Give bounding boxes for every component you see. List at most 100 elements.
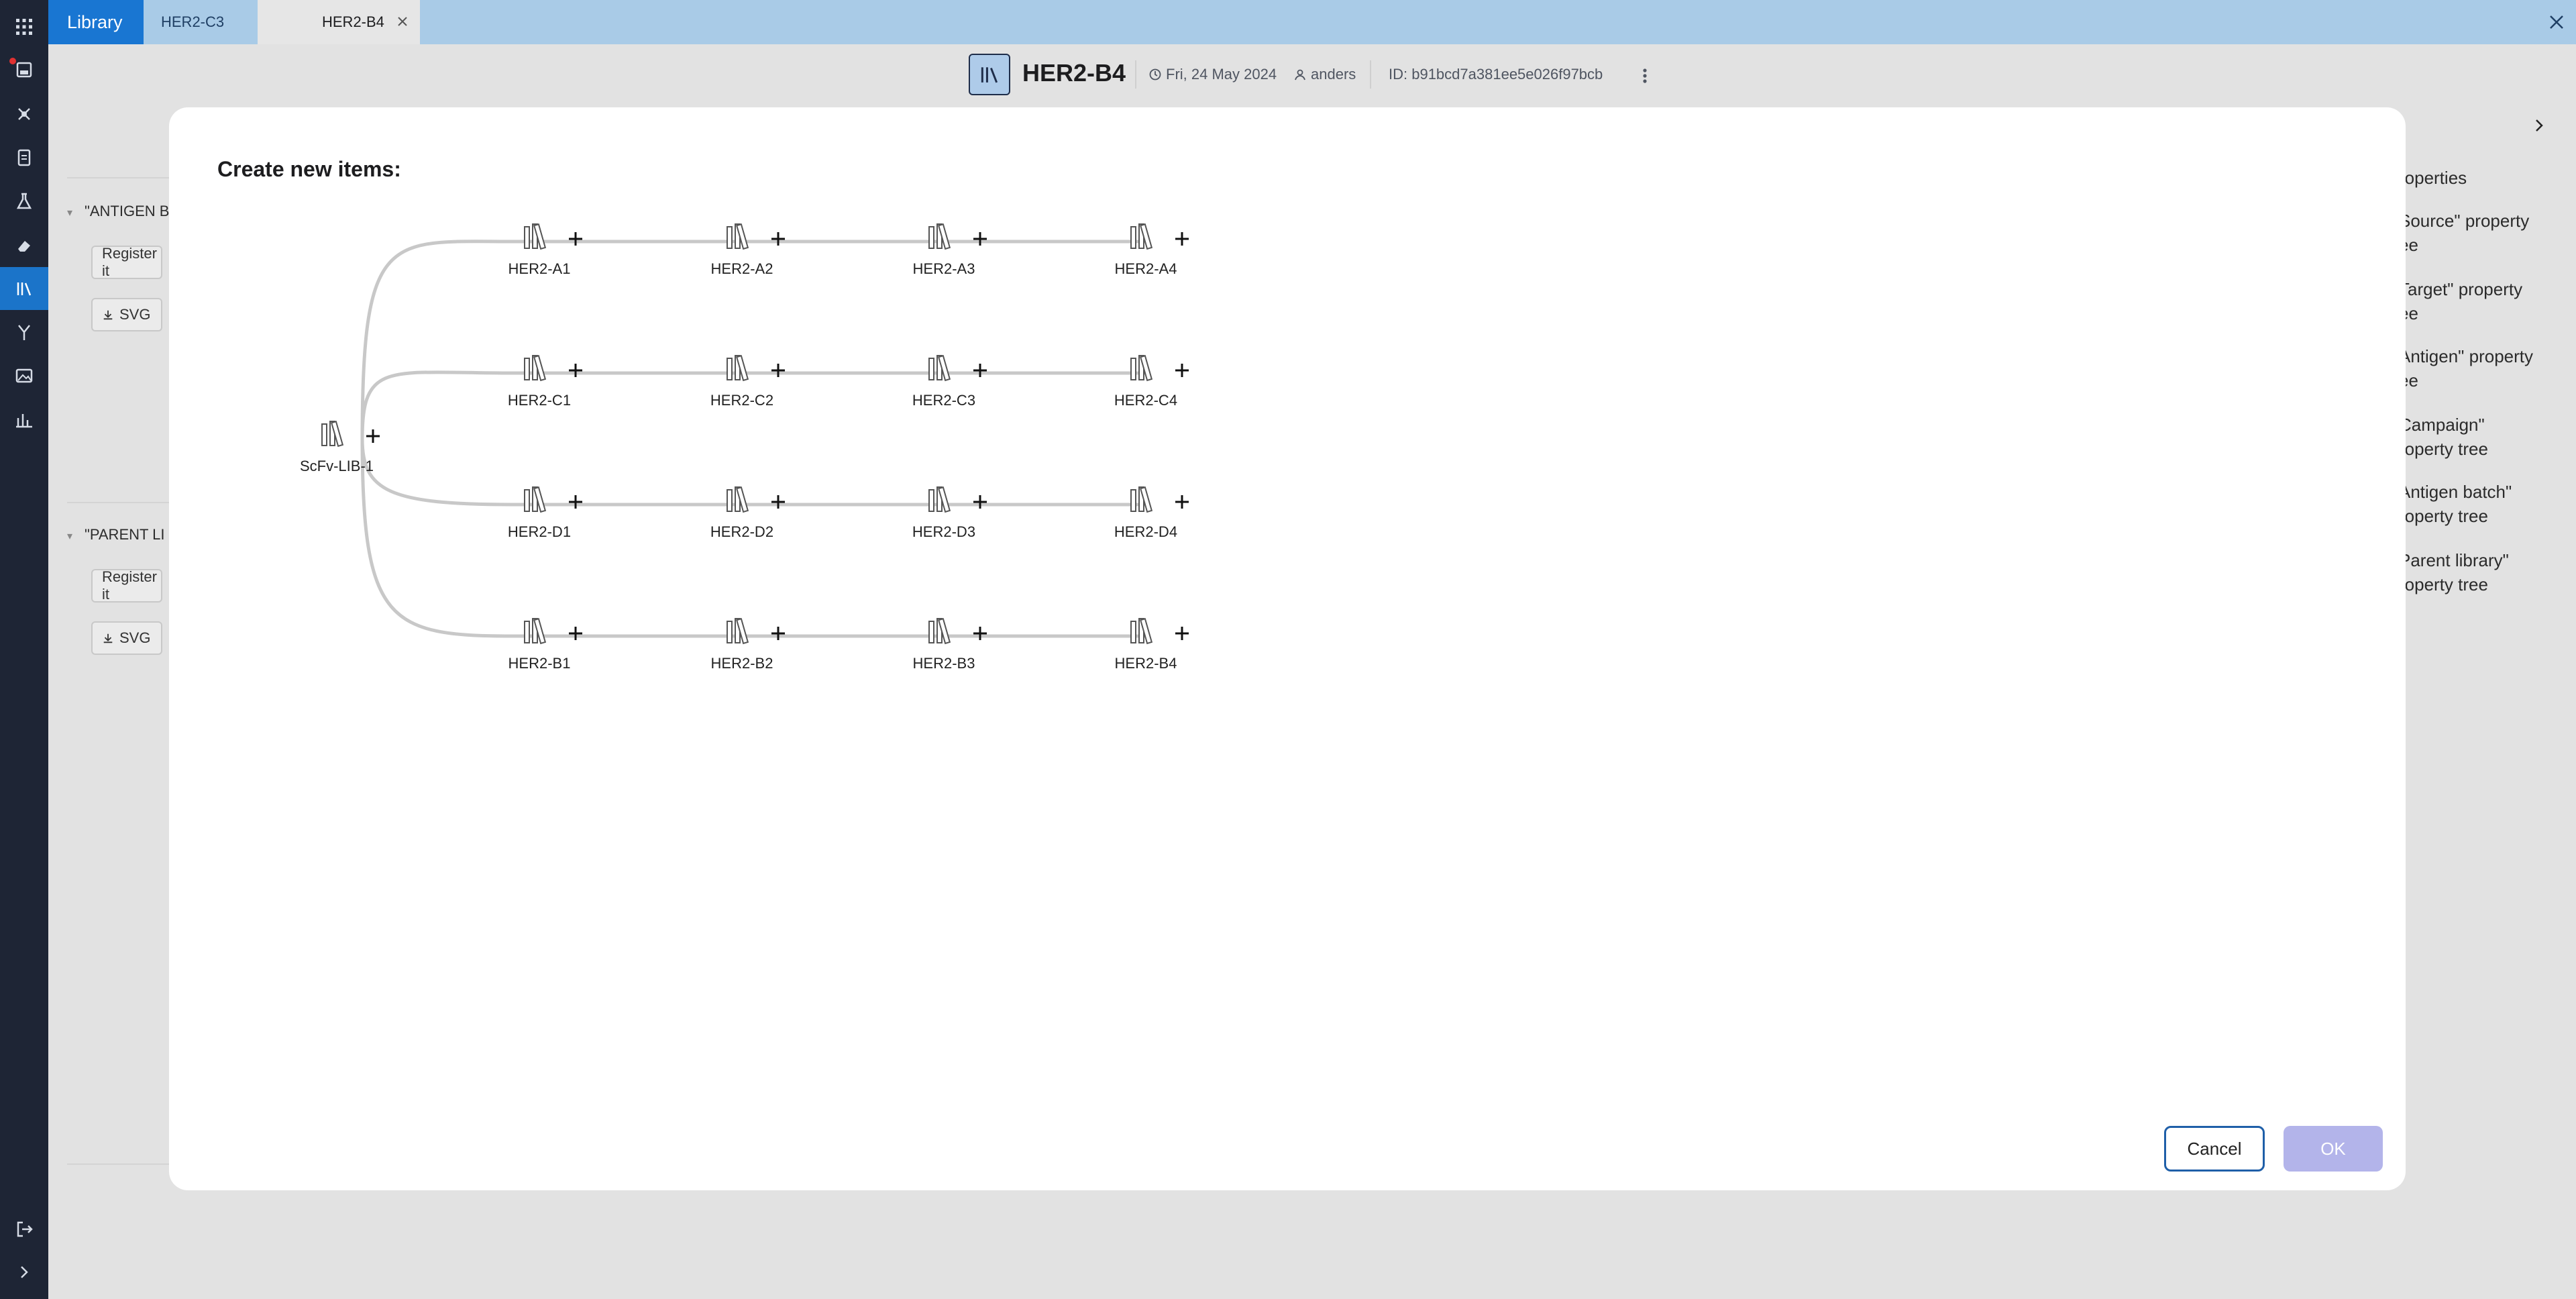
node-label: HER2-C2 <box>710 392 773 409</box>
child-node[interactable]: HER2-A1 <box>508 223 582 277</box>
child-node[interactable]: HER2-B1 <box>508 618 582 672</box>
app-sidebar <box>0 0 48 1299</box>
section-antigen-header[interactable]: ▾ "ANTIGEN B <box>67 203 169 220</box>
add-child-icon[interactable] <box>569 232 582 246</box>
add-child-icon[interactable] <box>973 232 987 246</box>
parent-library-property-tree-link-cont[interactable]: roperty tree <box>2399 572 2488 597</box>
register-items-button[interactable]: Register it <box>91 245 162 279</box>
library-icon <box>524 223 547 250</box>
add-child-icon[interactable] <box>973 364 987 377</box>
connector-line <box>360 438 1146 507</box>
button-label: Register it <box>102 568 157 603</box>
add-child-icon[interactable] <box>1175 364 1189 377</box>
tab-library[interactable]: Library <box>48 0 144 44</box>
node-label: HER2-B2 <box>711 655 773 672</box>
document-icon[interactable] <box>0 136 48 179</box>
download-icon <box>103 310 113 320</box>
analytics-icon[interactable] <box>0 398 48 441</box>
library-icon <box>1130 486 1153 513</box>
child-node[interactable]: HER2-B4 <box>1115 618 1189 672</box>
library-icon[interactable] <box>0 267 48 310</box>
antigen-batch-property-tree-link-cont[interactable]: roperty tree <box>2399 503 2488 529</box>
add-child-icon[interactable] <box>771 627 785 640</box>
library-icon <box>1130 355 1153 382</box>
tab-her2-b4[interactable]: HER2-B4 <box>258 0 420 44</box>
root-node[interactable]: ScFv-LIB-1 <box>300 421 380 474</box>
library-icon <box>727 355 749 382</box>
user-text: anders <box>1311 66 1356 83</box>
ok-button[interactable]: OK <box>2284 1126 2383 1172</box>
save-icon[interactable] <box>0 48 48 91</box>
register-items-button[interactable]: Register it <box>91 568 162 603</box>
expand-sidebar-icon[interactable] <box>0 1251 48 1294</box>
page-title: HER2-B4 <box>1022 59 1126 87</box>
add-child-icon[interactable] <box>973 627 987 640</box>
node-label: HER2-B1 <box>508 655 571 672</box>
child-node[interactable]: HER2-D1 <box>508 486 582 540</box>
library-icon <box>727 618 749 645</box>
library-icon <box>727 223 749 250</box>
library-icon <box>928 355 951 382</box>
add-child-icon[interactable] <box>1175 232 1189 246</box>
download-icon <box>103 633 113 643</box>
add-child-icon[interactable] <box>569 364 582 377</box>
antigen-batch-property-tree-link[interactable]: Antigen batch" <box>2399 479 2512 505</box>
child-node[interactable]: HER2-A4 <box>1115 223 1189 277</box>
date-meta: Fri, 24 May 2024 <box>1148 66 1277 83</box>
more-options-icon[interactable] <box>1634 64 1656 87</box>
eraser-icon[interactable] <box>0 223 48 266</box>
section-parent-library-header[interactable]: ▾ "PARENT LI <box>67 526 165 543</box>
add-child-icon[interactable] <box>1175 627 1189 640</box>
add-child-icon[interactable] <box>569 627 582 640</box>
close-tab-icon[interactable] <box>394 13 411 30</box>
section-label: "PARENT LI <box>85 526 165 543</box>
logout-icon[interactable] <box>0 1208 48 1251</box>
child-node[interactable]: HER2-D4 <box>1114 486 1189 540</box>
download-svg-button[interactable]: SVG <box>91 621 162 655</box>
child-node[interactable]: HER2-C4 <box>1114 355 1189 409</box>
child-node[interactable]: HER2-C3 <box>912 355 987 409</box>
child-node[interactable]: HER2-D3 <box>912 486 987 540</box>
divider <box>67 177 170 178</box>
child-node[interactable]: HER2-A3 <box>913 223 987 277</box>
add-child-icon[interactable] <box>1175 495 1189 509</box>
add-child-icon[interactable] <box>569 495 582 509</box>
properties-link[interactable]: roperties <box>2399 165 2467 191</box>
node-label: HER2-D3 <box>912 523 975 540</box>
add-child-icon[interactable] <box>771 495 785 509</box>
node-label: HER2-C1 <box>508 392 571 409</box>
create-items-dialog: Create new items: ScFv-LIB-1 HER2-A1 HER2-… <box>169 107 2406 1190</box>
campaign-property-tree-link[interactable]: Campaign" <box>2399 412 2485 437</box>
source-property-tree-link[interactable]: Source" property <box>2399 208 2529 233</box>
chevron-right-icon[interactable] <box>2529 115 2549 136</box>
image-icon[interactable] <box>0 354 48 397</box>
antigen-property-tree-link[interactable]: Antigen" property <box>2399 344 2533 369</box>
antibody-icon[interactable] <box>0 311 48 354</box>
parent-library-property-tree-link[interactable]: Parent library" <box>2399 548 2509 573</box>
child-node[interactable]: HER2-C2 <box>710 355 785 409</box>
add-child-icon[interactable] <box>973 495 987 509</box>
flask-icon[interactable] <box>0 180 48 223</box>
cancel-button[interactable]: Cancel <box>2164 1126 2265 1172</box>
tab-her2-c3[interactable]: HER2-C3 <box>144 0 256 44</box>
child-node[interactable]: HER2-A2 <box>711 223 785 277</box>
add-child-icon[interactable] <box>771 364 785 377</box>
notification-dot <box>9 58 16 64</box>
node-label: ScFv-LIB-1 <box>300 458 374 474</box>
child-node[interactable]: HER2-B2 <box>711 618 785 672</box>
download-svg-button[interactable]: SVG <box>91 298 162 331</box>
node-label: HER2-D4 <box>1114 523 1177 540</box>
child-node[interactable]: HER2-B3 <box>913 618 987 672</box>
close-window-icon[interactable] <box>2545 11 2568 34</box>
child-node[interactable]: HER2-D2 <box>710 486 785 540</box>
add-child-icon[interactable] <box>771 232 785 246</box>
target-property-tree-link[interactable]: Target" property <box>2399 276 2522 302</box>
library-icon <box>524 355 547 382</box>
child-node[interactable]: HER2-C1 <box>508 355 582 409</box>
network-icon[interactable] <box>0 93 48 136</box>
add-child-icon[interactable] <box>366 429 380 443</box>
library-icon <box>969 54 1010 95</box>
node-label: HER2-A1 <box>508 260 571 277</box>
campaign-property-tree-link-cont[interactable]: roperty tree <box>2399 436 2488 462</box>
apps-grid-icon[interactable] <box>0 5 48 48</box>
